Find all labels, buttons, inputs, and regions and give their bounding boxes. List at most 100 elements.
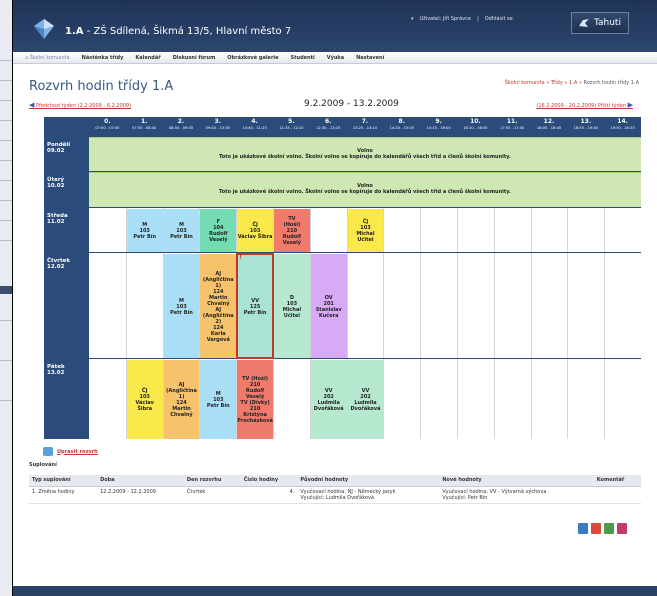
lesson-line: Učitel xyxy=(357,237,374,243)
hour-time: 07:55 - 08:40 xyxy=(132,126,157,130)
class-title: 1.A - ZŠ Sdílená, Šikmá 13/5, Hlavní měs… xyxy=(65,26,292,37)
hour-number: 4. xyxy=(251,118,258,125)
logout-link[interactable]: Odhlásit se xyxy=(485,16,513,22)
lesson-cell[interactable]: AJ (Angličtina 1) 124 Martin Chvalný xyxy=(163,360,200,439)
hour-number: 11. xyxy=(506,118,518,125)
hour-time: 09:45 - 10:30 xyxy=(205,126,230,130)
separator: | xyxy=(477,16,479,22)
breadcrumb-classes[interactable]: Třídy xyxy=(551,80,563,86)
lesson-cell[interactable]: M 103 Petr Bín xyxy=(163,209,200,252)
hour-header: 4. 10:40 - 11:25 xyxy=(236,117,273,135)
lesson-line: Stanislav xyxy=(315,306,342,313)
hour-time: 16:10 - 16:55 xyxy=(463,126,488,130)
lesson-cell[interactable]: AJ (Angličtina 1) 124 Martin Chvalný AJ (Anglič… xyxy=(200,254,237,358)
grid-line xyxy=(309,208,311,252)
hour-number: 6. xyxy=(324,118,332,125)
cell-type: 1. Změna hodiny xyxy=(29,486,98,504)
lesson-cell[interactable]: ČJ 103 Václav Šibra xyxy=(237,209,273,252)
breadcrumb-home[interactable]: Školní komunita xyxy=(505,80,545,86)
grid-line xyxy=(493,359,495,439)
hour-time: 14:20 - 15:05 xyxy=(389,126,414,130)
hour-header: 12. 18:00 - 18:45 xyxy=(531,117,568,135)
lesson-cell[interactable]: OV 201 Stanislav Kučera xyxy=(310,254,347,358)
arrow-left-icon: ◀ xyxy=(29,101,35,109)
nav-item-calendar[interactable]: Kalendář xyxy=(135,55,160,61)
hour-number: 3. xyxy=(214,118,222,125)
lesson-cell[interactable]: TV (Hoši) 210 Rudolf Veselý TV (Dívky) 210 Kri… xyxy=(237,360,273,439)
lesson-line: Petr Bín xyxy=(206,403,230,409)
nav-item-teaching[interactable]: Výuka xyxy=(327,55,344,61)
browser-page: 1.A - ZŠ Sdílená, Šikmá 13/5, Hlavní měs… xyxy=(12,0,657,596)
lesson-line: Procházková xyxy=(237,418,273,424)
lesson-cell[interactable]: VV 202 Ludmila Dvořáková xyxy=(347,360,384,439)
main-nav: ⌂ Školní komunita Nástěnka třídy Kalendá… xyxy=(13,52,657,64)
brand-badge[interactable]: Tahuti xyxy=(571,12,629,34)
nav-item-board[interactable]: Nástěnka třídy xyxy=(82,55,124,61)
hour-time: 18:00 - 18:45 xyxy=(536,126,562,130)
prev-week-link[interactable]: ◀ Předchozí týden (2.2.2009 - 6.2.2009) xyxy=(29,101,131,109)
lesson-cell[interactable]: F 104 Rudolf Veselý xyxy=(200,209,237,252)
free-day-title: Volno xyxy=(357,183,373,189)
export-word-icon[interactable] xyxy=(578,523,588,534)
lesson-cell[interactable]: ČJ 103 Václav Šibra xyxy=(126,360,163,439)
nav-item-students[interactable]: Studenti xyxy=(291,55,315,61)
user-label[interactable]: Uživatel: Jiří Správce xyxy=(420,16,472,22)
free-day-banner: Volno Toto je ukázkové školní volno. Škol… xyxy=(89,172,641,207)
day-label: Pondělí 09.02 xyxy=(44,142,89,154)
lesson-cell[interactable]: ČJ 103 Michal Učitel xyxy=(347,209,384,252)
hour-header: 6. 12:30 - 13:15 xyxy=(310,117,347,135)
nav-item-forum[interactable]: Diskusní fórum xyxy=(173,55,216,61)
grid-line xyxy=(567,359,569,439)
hour-header: 9. 15:15 - 16:00 xyxy=(420,117,457,135)
col-new: Nové hodnoty xyxy=(439,475,594,487)
grid-line xyxy=(604,359,606,439)
day-label: Úterý 10.02 xyxy=(44,177,89,189)
hour-number: 9. xyxy=(435,118,442,125)
breadcrumb-class[interactable]: 1.A xyxy=(569,80,577,86)
arrow-right-icon: ▶ xyxy=(627,101,633,109)
table-row[interactable]: 1. Změna hodiny 12.2.2009 - 12.2.2009 Čt… xyxy=(29,486,641,504)
substitutions-label: Suplování xyxy=(29,462,57,468)
dropdown-arrow-icon[interactable]: ▾ xyxy=(411,16,414,22)
app-logo-icon[interactable] xyxy=(33,18,55,40)
col-original: Původní hodnoty xyxy=(297,475,440,487)
col-type: Typ suplování xyxy=(29,475,98,487)
lesson-line: Veselý xyxy=(282,240,302,246)
lesson-line: Učitel xyxy=(283,312,301,319)
brand-bird-icon xyxy=(579,19,589,27)
grid-line xyxy=(604,253,606,358)
cell-comment xyxy=(593,486,641,504)
col-day: Den rozvrhu xyxy=(183,475,241,487)
next-week-link[interactable]: (16.2.2009 - 20.2.2009) Příští týden ▶ xyxy=(536,101,633,109)
nav-item-settings[interactable]: Nastavení xyxy=(356,55,384,61)
print-icon[interactable] xyxy=(617,523,627,534)
lesson-cell[interactable]: M 103 Petr Bín xyxy=(163,254,200,358)
export-toolbar xyxy=(578,523,627,534)
grid-line xyxy=(457,359,458,439)
nav-home[interactable]: ⌂ Školní komunita xyxy=(25,55,70,61)
lesson-cell[interactable]: D 103 Michal Učitel xyxy=(274,254,310,358)
breadcrumb: Školní komunita » Třídy » 1.A » Rozvrh h… xyxy=(504,80,639,86)
export-excel-icon[interactable] xyxy=(604,523,614,534)
export-pdf-icon[interactable] xyxy=(591,523,601,534)
lesson-cell[interactable]: M 103 Petr Bín xyxy=(200,360,237,439)
grid-line xyxy=(383,208,385,252)
nav-item-galleries[interactable]: Obrázkové galerie xyxy=(227,55,278,61)
hour-time: 15:15 - 16:00 xyxy=(426,126,451,130)
lesson-cell[interactable]: TV (Hoši) 210 Rudolf Veselý xyxy=(274,209,310,252)
lesson-cell[interactable]: VV 202 Ludmila Dvořáková xyxy=(310,360,347,439)
edit-timetable-label: Upravit rozvrh xyxy=(57,448,98,455)
edit-timetable-link[interactable]: Upravit rozvrh xyxy=(43,447,98,456)
col-comment: Komentář xyxy=(593,475,641,487)
hour-time: 07:00 - 07:45 xyxy=(95,126,120,130)
lesson-cell[interactable]: M 103 Petr Bín xyxy=(126,209,163,252)
hour-header: 0. 07:00 - 07:45 xyxy=(89,117,126,135)
hour-header: 14. 19:50 - 20:35 xyxy=(604,117,641,135)
timetable-grid: 0. 07:00 - 07:45 1. 07:55 - 08:40 2. 08:50 - … xyxy=(44,117,641,439)
cell-new: Vyučovací hodina: VV - Výtvarná výchova V… xyxy=(439,486,594,504)
day-date: 10.02 xyxy=(47,183,65,189)
hour-header: 13. 18:55 - 19:40 xyxy=(567,117,604,135)
substitutions-table: Typ suplování Doba Den rozvrhu Číslo hod… xyxy=(29,475,641,504)
cell-hour: 4. xyxy=(240,486,298,504)
hour-time: 17:05 - 17:50 xyxy=(500,126,525,130)
